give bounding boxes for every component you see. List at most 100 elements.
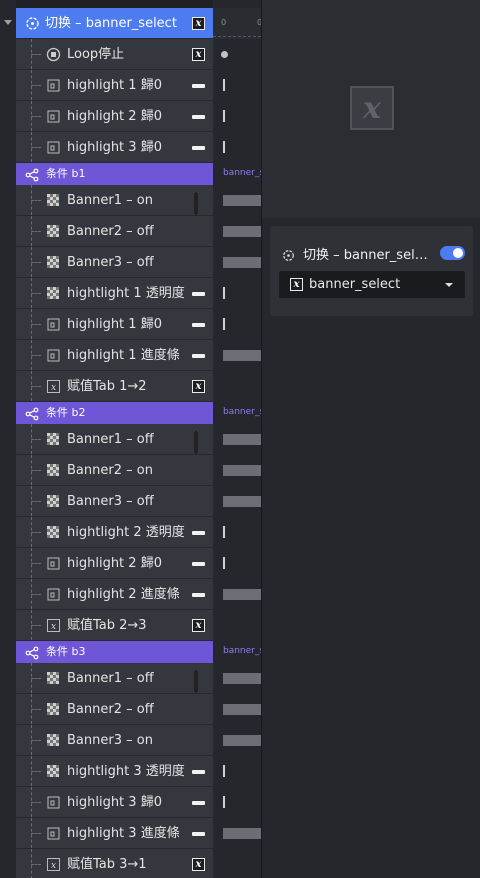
condition-group[interactable]: 条件 b2 xyxy=(16,402,213,424)
variable-icon: x xyxy=(192,380,205,393)
keyframe-marker[interactable] xyxy=(223,79,225,91)
tree-item[interactable]: Banner1 – off xyxy=(16,424,213,455)
tree-item[interactable]: highlight 2 歸0 xyxy=(16,548,213,579)
timeline-track[interactable] xyxy=(213,663,261,694)
tree-item[interactable]: Banner2 – on xyxy=(16,455,213,486)
timeline-track[interactable] xyxy=(213,101,261,132)
timeline-track[interactable] xyxy=(213,340,261,371)
timeline-track[interactable] xyxy=(213,371,261,402)
tree-item[interactable]: Banner1 – on xyxy=(16,185,213,216)
timeline-track[interactable] xyxy=(213,548,261,579)
checker-icon xyxy=(46,494,61,509)
layer-thumbnail xyxy=(192,801,205,805)
keyframe-marker[interactable] xyxy=(221,51,228,58)
timeline-group-label: banner_s xyxy=(223,168,261,178)
timeline-track[interactable] xyxy=(213,818,261,849)
variable-icon: x xyxy=(192,17,205,30)
condition-label: 条件 b2 xyxy=(46,406,86,419)
timeline-track[interactable] xyxy=(213,309,261,340)
tree-item[interactable]: Loop停止 x xyxy=(16,39,213,70)
tree-item[interactable]: highlight 3 歸0 xyxy=(16,132,213,163)
tree-item[interactable]: highlight 3 歸0 xyxy=(16,787,213,818)
timeline-track[interactable] xyxy=(213,70,261,101)
tree-item[interactable]: highlight 1 歸0 xyxy=(16,70,213,101)
image-thumbnail xyxy=(192,734,205,747)
layer-icon xyxy=(46,317,61,332)
timeline-track[interactable] xyxy=(213,185,261,216)
tree-item[interactable]: x 赋值Tab 2→3 x xyxy=(16,610,213,641)
timeline-track[interactable] xyxy=(213,517,261,548)
tree-item[interactable]: Banner2 – off xyxy=(16,694,213,725)
tree-item[interactable]: highlight 3 進度條 xyxy=(16,818,213,849)
timeline-track[interactable] xyxy=(213,278,261,309)
tree-item[interactable]: highlight 2 進度條 xyxy=(16,579,213,610)
tree-item[interactable]: hightlight 1 透明度 xyxy=(16,278,213,309)
timeline-track[interactable] xyxy=(213,486,261,517)
timeline-track[interactable] xyxy=(213,849,261,878)
condition-group[interactable]: 条件 b3 xyxy=(16,641,213,663)
animation-bar[interactable] xyxy=(223,195,261,206)
tree-item[interactable]: hightlight 3 透明度 xyxy=(16,756,213,787)
timeline-track[interactable] xyxy=(213,455,261,486)
timeline-track[interactable] xyxy=(213,610,261,641)
tree-item-label: Banner3 – off xyxy=(67,494,154,509)
keyframe-marker[interactable] xyxy=(223,110,225,122)
tree-item[interactable]: Banner3 – off xyxy=(16,486,213,517)
keyframe-marker[interactable] xyxy=(223,796,225,808)
timeline-track[interactable] xyxy=(213,132,261,163)
timeline-track[interactable] xyxy=(213,424,261,455)
keyframe-marker[interactable] xyxy=(223,557,225,569)
timeline-track[interactable] xyxy=(213,579,261,610)
timeline-track[interactable] xyxy=(213,216,261,247)
animation-bar[interactable] xyxy=(223,828,261,839)
animation-bar[interactable] xyxy=(223,496,261,507)
condition-group[interactable]: 条件 b1 xyxy=(16,163,213,185)
animation-bar[interactable] xyxy=(223,589,261,600)
animation-bar[interactable] xyxy=(223,226,261,237)
tree-item[interactable]: highlight 2 歸0 xyxy=(16,101,213,132)
tree-item[interactable]: highlight 1 進度條 xyxy=(16,340,213,371)
tree-item[interactable]: Banner2 – off xyxy=(16,216,213,247)
timeline-track[interactable] xyxy=(213,725,261,756)
animation-bar[interactable] xyxy=(223,704,261,715)
tree-item[interactable]: x 赋值Tab 1→2 x xyxy=(16,371,213,402)
animation-bar[interactable] xyxy=(223,257,261,268)
animation-bar[interactable] xyxy=(223,673,261,684)
tree-item-label: hightlight 1 透明度 xyxy=(67,286,185,301)
crosshair-icon xyxy=(25,16,40,31)
keyframe-marker[interactable] xyxy=(223,526,225,538)
tree-item[interactable]: x 赋值Tab 3→1 x xyxy=(16,849,213,878)
image-thumbnail xyxy=(192,495,205,508)
dropdown-caret-icon xyxy=(445,283,453,287)
crosshair-icon xyxy=(282,247,295,261)
keyframe-marker[interactable] xyxy=(223,765,225,777)
timeline-track[interactable] xyxy=(213,39,261,70)
keyframe-marker[interactable] xyxy=(223,287,225,299)
variable-select[interactable]: x banner_select xyxy=(279,271,465,298)
tree-item-label: highlight 2 進度條 xyxy=(67,587,180,602)
keyframe-marker[interactable] xyxy=(223,141,225,153)
layer-thumbnail xyxy=(192,770,205,774)
enable-toggle[interactable] xyxy=(440,246,465,260)
animation-bar[interactable] xyxy=(223,434,261,445)
tree-item[interactable]: highlight 1 歸0 xyxy=(16,309,213,340)
animation-bar[interactable] xyxy=(223,735,261,746)
timeline-strip[interactable]: 0 0 banner_s banner_s banner_s xyxy=(213,0,261,878)
timeline-track[interactable] xyxy=(213,787,261,818)
collapse-caret-icon[interactable] xyxy=(4,20,12,25)
timeline-track[interactable] xyxy=(213,247,261,278)
tree-item[interactable]: hightlight 2 透明度 xyxy=(16,517,213,548)
tree-item[interactable]: Banner3 – on xyxy=(16,725,213,756)
keyframe-marker[interactable] xyxy=(223,318,225,330)
tree-item-label: Banner3 – on xyxy=(67,733,153,748)
layer-icon xyxy=(46,140,61,155)
tree-item[interactable]: Banner3 – off xyxy=(16,247,213,278)
timeline-track[interactable] xyxy=(213,756,261,787)
timeline-track[interactable] xyxy=(213,694,261,725)
variable-icon: x xyxy=(192,858,205,871)
animation-bar[interactable] xyxy=(223,465,261,476)
tree-root-item[interactable]: 切换 – banner_select x xyxy=(16,8,213,39)
condition-label: 条件 b1 xyxy=(46,167,86,180)
animation-bar[interactable] xyxy=(223,350,261,361)
tree-item[interactable]: Banner1 – off xyxy=(16,663,213,694)
